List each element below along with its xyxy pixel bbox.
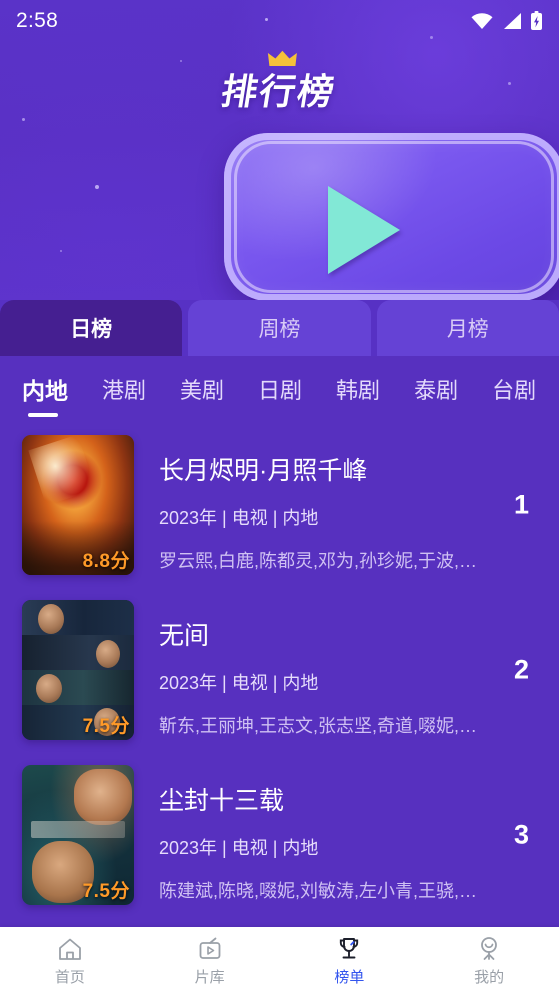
hero-card-gloss [224, 133, 464, 292]
home-icon [58, 938, 81, 960]
category-tab-thai[interactable]: 泰剧 [397, 373, 475, 405]
poster-face [74, 769, 132, 825]
rating-badge: 7.5分 [82, 716, 130, 737]
item-title: 尘封十三载 [159, 787, 285, 815]
tab-daily[interactable]: 日榜 [0, 300, 183, 356]
poster-thumbnail[interactable]: 8.8分 [22, 435, 134, 575]
star-decoration [95, 185, 99, 189]
crown-icon [267, 50, 297, 66]
nav-item-home-label: 首页 [54, 968, 85, 986]
nav-item-profile-label: 我的 [474, 968, 505, 986]
rating-badge: 7.5分 [82, 881, 130, 902]
wifi-icon [471, 13, 493, 29]
poster-title-band [31, 821, 125, 838]
play-triangle-icon [328, 186, 400, 274]
tab-monthly[interactable]: 月榜 [376, 300, 559, 356]
rank-number: 3 [513, 819, 529, 849]
signal-icon [504, 13, 521, 29]
item-title: 长月烬明·月照千峰 [159, 457, 368, 485]
category-tab-bar[interactable]: 内地 港剧 美剧 日剧 韩剧 泰剧 台剧 [0, 356, 559, 422]
star-decoration [60, 250, 62, 252]
item-info: 尘封十三载 2023年 | 电视 | 内地 陈建斌,陈晓,啜妮,刘敏涛,左小青,… [134, 765, 543, 903]
status-bar: 2:58 [0, 0, 559, 42]
nav-item-home[interactable]: 首页 [0, 936, 140, 987]
item-title: 无间 [159, 622, 210, 650]
poster-thumbnail[interactable]: 7.5分 [22, 765, 134, 905]
tab-weekly[interactable]: 周榜 [188, 300, 371, 356]
nav-item-ranking[interactable]: 榜单 [280, 936, 420, 987]
item-info: 长月烬明·月照千峰 2023年 | 电视 | 内地 罗云熙,白鹿,陈都灵,邓为,… [134, 435, 543, 573]
item-meta: 2023年 | 电视 | 内地 [159, 673, 319, 693]
poster-face [38, 604, 64, 634]
poster-thumbnail[interactable]: 7.5分 [22, 600, 134, 740]
bottom-navigation: 首页 片库 榜单 我的 [0, 927, 559, 995]
list-item[interactable]: 7.5分 无间 2023年 | 电视 | 内地 靳东,王丽坤,王志文,张志坚,奇… [0, 587, 559, 752]
category-tab-us[interactable]: 美剧 [163, 373, 241, 405]
tv-play-icon [199, 937, 221, 959]
hero-banner [0, 0, 559, 300]
rank-number: 2 [513, 654, 529, 684]
app-screen: 2:58 排行榜 日榜 周榜 月榜 内地 港剧 美剧 日剧 韩剧 泰剧 台剧 8… [0, 0, 559, 995]
star-decoration [22, 118, 25, 121]
category-tab-korea[interactable]: 韩剧 [319, 373, 397, 405]
status-clock: 2:58 [16, 9, 59, 32]
status-icons [470, 11, 543, 31]
nav-item-ranking-label: 榜单 [334, 968, 365, 986]
category-tab-japan[interactable]: 日剧 [241, 373, 319, 405]
trophy-icon [340, 937, 359, 958]
item-meta: 2023年 | 电视 | 内地 [159, 508, 319, 528]
list-item[interactable]: 7.5分 尘封十三载 2023年 | 电视 | 内地 陈建斌,陈晓,啜妮,刘敏涛… [0, 752, 559, 917]
poster-face [96, 640, 120, 668]
page-title-text: 排行榜 [218, 72, 340, 113]
play-triangle-highlight-icon [328, 186, 400, 274]
rank-number: 1 [513, 489, 529, 519]
item-info: 无间 2023年 | 电视 | 内地 靳东,王丽坤,王志文,张志坚,奇道,啜妮,… [134, 600, 543, 738]
star-decoration [180, 60, 182, 62]
category-tab-hongkong[interactable]: 港剧 [85, 373, 163, 405]
item-cast: 罗云熙,白鹿,陈都灵,邓为,孙珍妮,于波,… [159, 551, 478, 571]
nav-item-library-label: 片库 [194, 968, 225, 986]
category-tab-taiwan[interactable]: 台剧 [475, 373, 553, 405]
person-icon [481, 936, 498, 960]
poster-face [36, 674, 62, 703]
tab-daily-label: 日榜 [70, 318, 113, 341]
period-tab-bar: 日榜 周榜 月榜 [0, 300, 559, 356]
ranking-list: 8.8分 长月烬明·月照千峰 2023年 | 电视 | 内地 罗云熙,白鹿,陈都… [0, 422, 559, 927]
page-title: 排行榜 [0, 50, 559, 115]
battery-icon [531, 11, 542, 30]
category-tab-mainland[interactable]: 内地 [0, 372, 85, 406]
item-meta: 2023年 | 电视 | 内地 [159, 838, 319, 858]
tab-weekly-label: 周榜 [258, 318, 301, 341]
tab-monthly-label: 月榜 [446, 318, 489, 341]
item-cast: 陈建斌,陈晓,啜妮,刘敏涛,左小青,王骁,… [159, 881, 478, 901]
nav-item-library[interactable]: 片库 [140, 936, 280, 987]
hero-card-body [224, 133, 559, 300]
nav-item-profile[interactable]: 我的 [419, 936, 559, 987]
rating-badge: 8.8分 [82, 551, 130, 572]
item-cast: 靳东,王丽坤,王志文,张志坚,奇道,啜妮,… [159, 716, 478, 736]
list-item[interactable]: 8.8分 长月烬明·月照千峰 2023年 | 电视 | 内地 罗云熙,白鹿,陈都… [0, 422, 559, 587]
hero-3d-card [224, 133, 559, 300]
